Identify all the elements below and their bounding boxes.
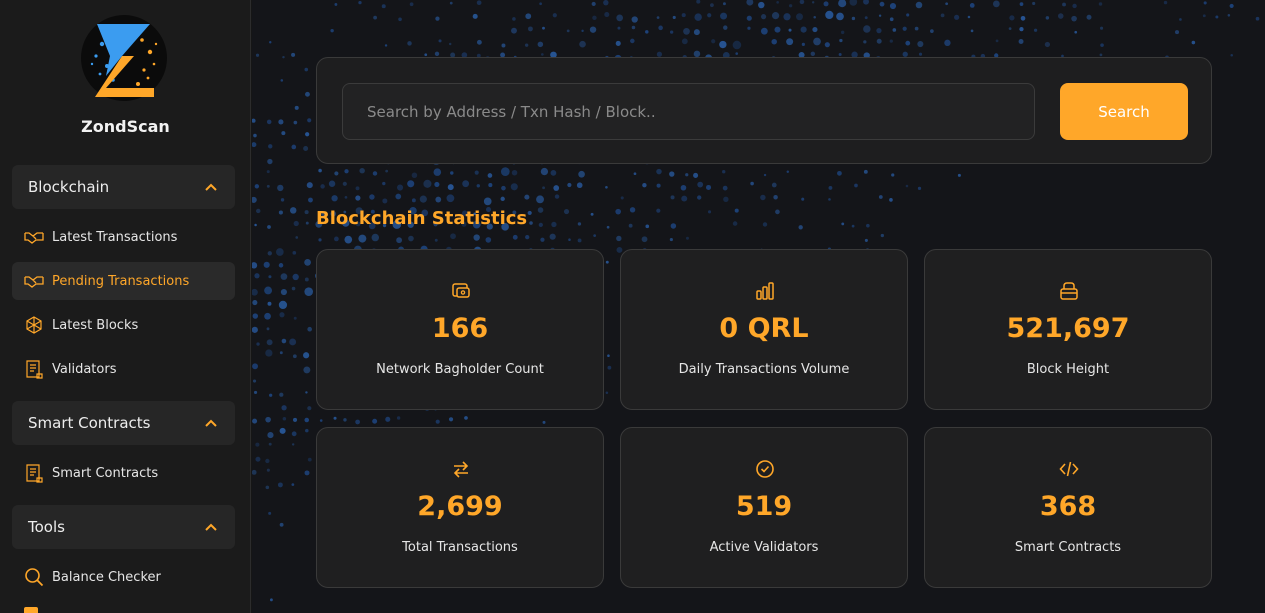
main-content: Search Blockchain Statistics 166 Network…	[252, 0, 1265, 613]
wallet-icon	[452, 283, 470, 298]
sidebar-item-pending-transactions[interactable]: Pending Transactions	[12, 262, 235, 300]
partial-icon	[24, 607, 38, 613]
arrows-exchange-icon	[453, 461, 469, 478]
bar-chart-icon	[756, 282, 774, 300]
stat-card-smart-contracts: 368 Smart Contracts	[924, 427, 1212, 588]
stat-value: 0 QRL	[719, 313, 809, 344]
stat-card-total-transactions: 2,699 Total Transactions	[316, 427, 604, 588]
code-icon	[1059, 461, 1079, 477]
sidebar-item-smart-contracts[interactable]: Smart Contracts	[12, 454, 235, 492]
sidebar-item-latest-transactions[interactable]: Latest Transactions	[12, 218, 235, 256]
stat-value: 521,697	[1006, 313, 1130, 344]
sidebar-item-validators[interactable]: Validators	[12, 350, 235, 388]
stat-value: 166	[431, 313, 489, 344]
sidebar-item-label: Latest Transactions	[52, 229, 178, 245]
section-title: Smart Contracts	[28, 414, 151, 432]
chevron-up-icon	[205, 523, 217, 531]
sidebar-item-label: Pending Transactions	[52, 273, 190, 289]
section-header-blockchain[interactable]: Blockchain	[12, 165, 235, 209]
stat-label: Total Transactions	[402, 540, 518, 555]
section-title: Blockchain	[28, 178, 110, 196]
stat-label: Block Height	[1026, 362, 1110, 377]
sidebar: ZondScan Blockchain Latest Transactions …	[0, 0, 251, 613]
receipt-icon	[24, 463, 44, 483]
zond-logo[interactable]	[80, 14, 170, 102]
brand-name: ZondScan	[81, 117, 170, 136]
search-input[interactable]	[342, 83, 1035, 140]
box-icon	[1060, 282, 1078, 300]
stat-card-daily-volume: 0 QRL Daily Transactions Volume	[620, 249, 908, 410]
stat-value: 368	[1039, 491, 1097, 522]
search-button[interactable]: Search	[1060, 83, 1188, 140]
section-title: Tools	[28, 518, 65, 536]
handshake-icon	[24, 271, 44, 291]
handshake-icon	[24, 227, 44, 247]
receipt-icon	[24, 359, 44, 379]
search-panel: Search	[316, 57, 1212, 164]
chevron-up-icon	[205, 419, 217, 427]
sidebar-item-label: Balance Checker	[52, 569, 161, 585]
stat-label: Daily Transactions Volume	[678, 362, 850, 377]
stat-label: Smart Contracts	[1014, 540, 1122, 555]
chevron-up-icon	[205, 183, 217, 191]
stats-title: Blockchain Statistics	[316, 208, 528, 229]
stat-card-active-validators: 519 Active Validators	[620, 427, 908, 588]
stat-label: Network Bagholder Count	[376, 362, 544, 377]
sidebar-item-label: Smart Contracts	[52, 465, 159, 481]
section-header-smart-contracts[interactable]: Smart Contracts	[12, 401, 235, 445]
sidebar-item-label: Latest Blocks	[52, 317, 139, 333]
magnifier-icon	[24, 567, 44, 587]
stat-label: Active Validators	[709, 540, 819, 555]
stat-card-block-height: 521,697 Block Height	[924, 249, 1212, 410]
stat-card-bagholders: 166 Network Bagholder Count	[316, 249, 604, 410]
sidebar-item-balance-checker[interactable]: Balance Checker	[12, 558, 235, 596]
sidebar-item-latest-blocks[interactable]: Latest Blocks	[12, 306, 235, 344]
cube-network-icon	[24, 315, 44, 335]
check-circle-icon	[756, 460, 774, 478]
section-header-tools[interactable]: Tools	[12, 505, 235, 549]
stat-value: 2,699	[417, 491, 503, 522]
sidebar-item-label: Validators	[52, 361, 117, 377]
stat-value: 519	[735, 491, 793, 522]
